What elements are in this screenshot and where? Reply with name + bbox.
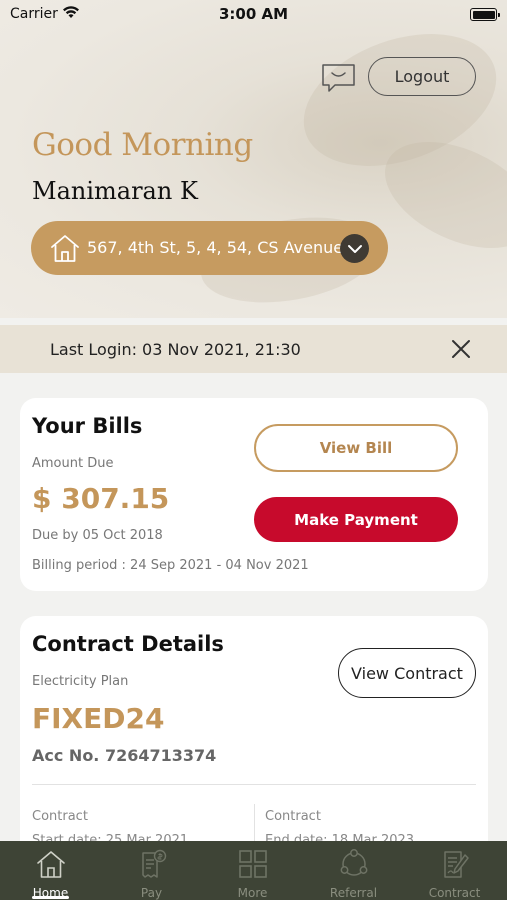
home-icon — [51, 235, 79, 262]
address-text: 567, 4th St, 5, 4, 54, CS Avenue — [87, 238, 344, 257]
contract-card: Contract Details Electricity Plan FIXED2… — [20, 616, 488, 876]
greeting-text: Good Morning — [32, 127, 253, 163]
bottom-tab-bar: Home Pay More Referral Contract — [0, 841, 507, 900]
plan-name: FIXED24 — [32, 702, 165, 735]
tab-label: More — [237, 886, 268, 900]
bills-title: Your Bills — [32, 414, 143, 438]
divider — [32, 784, 476, 785]
message-icon[interactable] — [321, 62, 356, 94]
due-date: Due by 05 Oct 2018 — [32, 528, 163, 543]
view-bill-button[interactable]: View Bill — [254, 424, 458, 472]
contract-icon — [443, 851, 469, 878]
battery-icon — [470, 8, 500, 21]
user-name: Manimaran K — [32, 177, 198, 205]
logout-button[interactable]: Logout — [368, 57, 476, 96]
contract-start-label: Contract — [32, 809, 88, 824]
make-payment-button[interactable]: Make Payment — [254, 497, 458, 542]
active-tab-indicator — [32, 896, 69, 899]
tab-contract[interactable]: Contract — [404, 841, 505, 900]
tab-label: Referral — [329, 886, 378, 900]
address-selector[interactable]: 567, 4th St, 5, 4, 54, CS Avenue — [31, 221, 388, 275]
chevron-down-icon[interactable] — [340, 234, 369, 263]
account-number: Acc No. 7264713374 — [32, 746, 217, 765]
status-bar: Carrier 3:00 AM — [0, 0, 507, 28]
amount-due-label: Amount Due — [32, 456, 114, 471]
last-login-text: Last Login: 03 Nov 2021, 21:30 — [50, 340, 301, 359]
plan-label: Electricity Plan — [32, 674, 129, 689]
bills-card: Your Bills Amount Due $ 307.15 Due by 05… — [20, 398, 488, 591]
tab-label: Pay — [140, 886, 163, 900]
tab-more[interactable]: More — [202, 841, 303, 900]
contract-end-label: Contract — [265, 809, 321, 824]
amount-due-value: $ 307.15 — [32, 482, 170, 515]
tab-home[interactable]: Home — [0, 841, 101, 900]
clock: 3:00 AM — [218, 5, 289, 23]
tab-label: Contract — [428, 886, 481, 900]
close-icon[interactable] — [450, 338, 472, 360]
contract-title: Contract Details — [32, 632, 224, 656]
grid-icon — [238, 850, 267, 878]
tab-pay[interactable]: Pay — [101, 841, 202, 900]
billing-period: Billing period : 24 Sep 2021 - 04 Nov 20… — [32, 558, 309, 573]
bill-pay-icon — [141, 849, 166, 878]
tab-referral[interactable]: Referral — [303, 841, 404, 900]
home-icon — [36, 851, 65, 878]
referral-icon — [340, 849, 367, 876]
view-contract-button[interactable]: View Contract — [338, 648, 476, 698]
